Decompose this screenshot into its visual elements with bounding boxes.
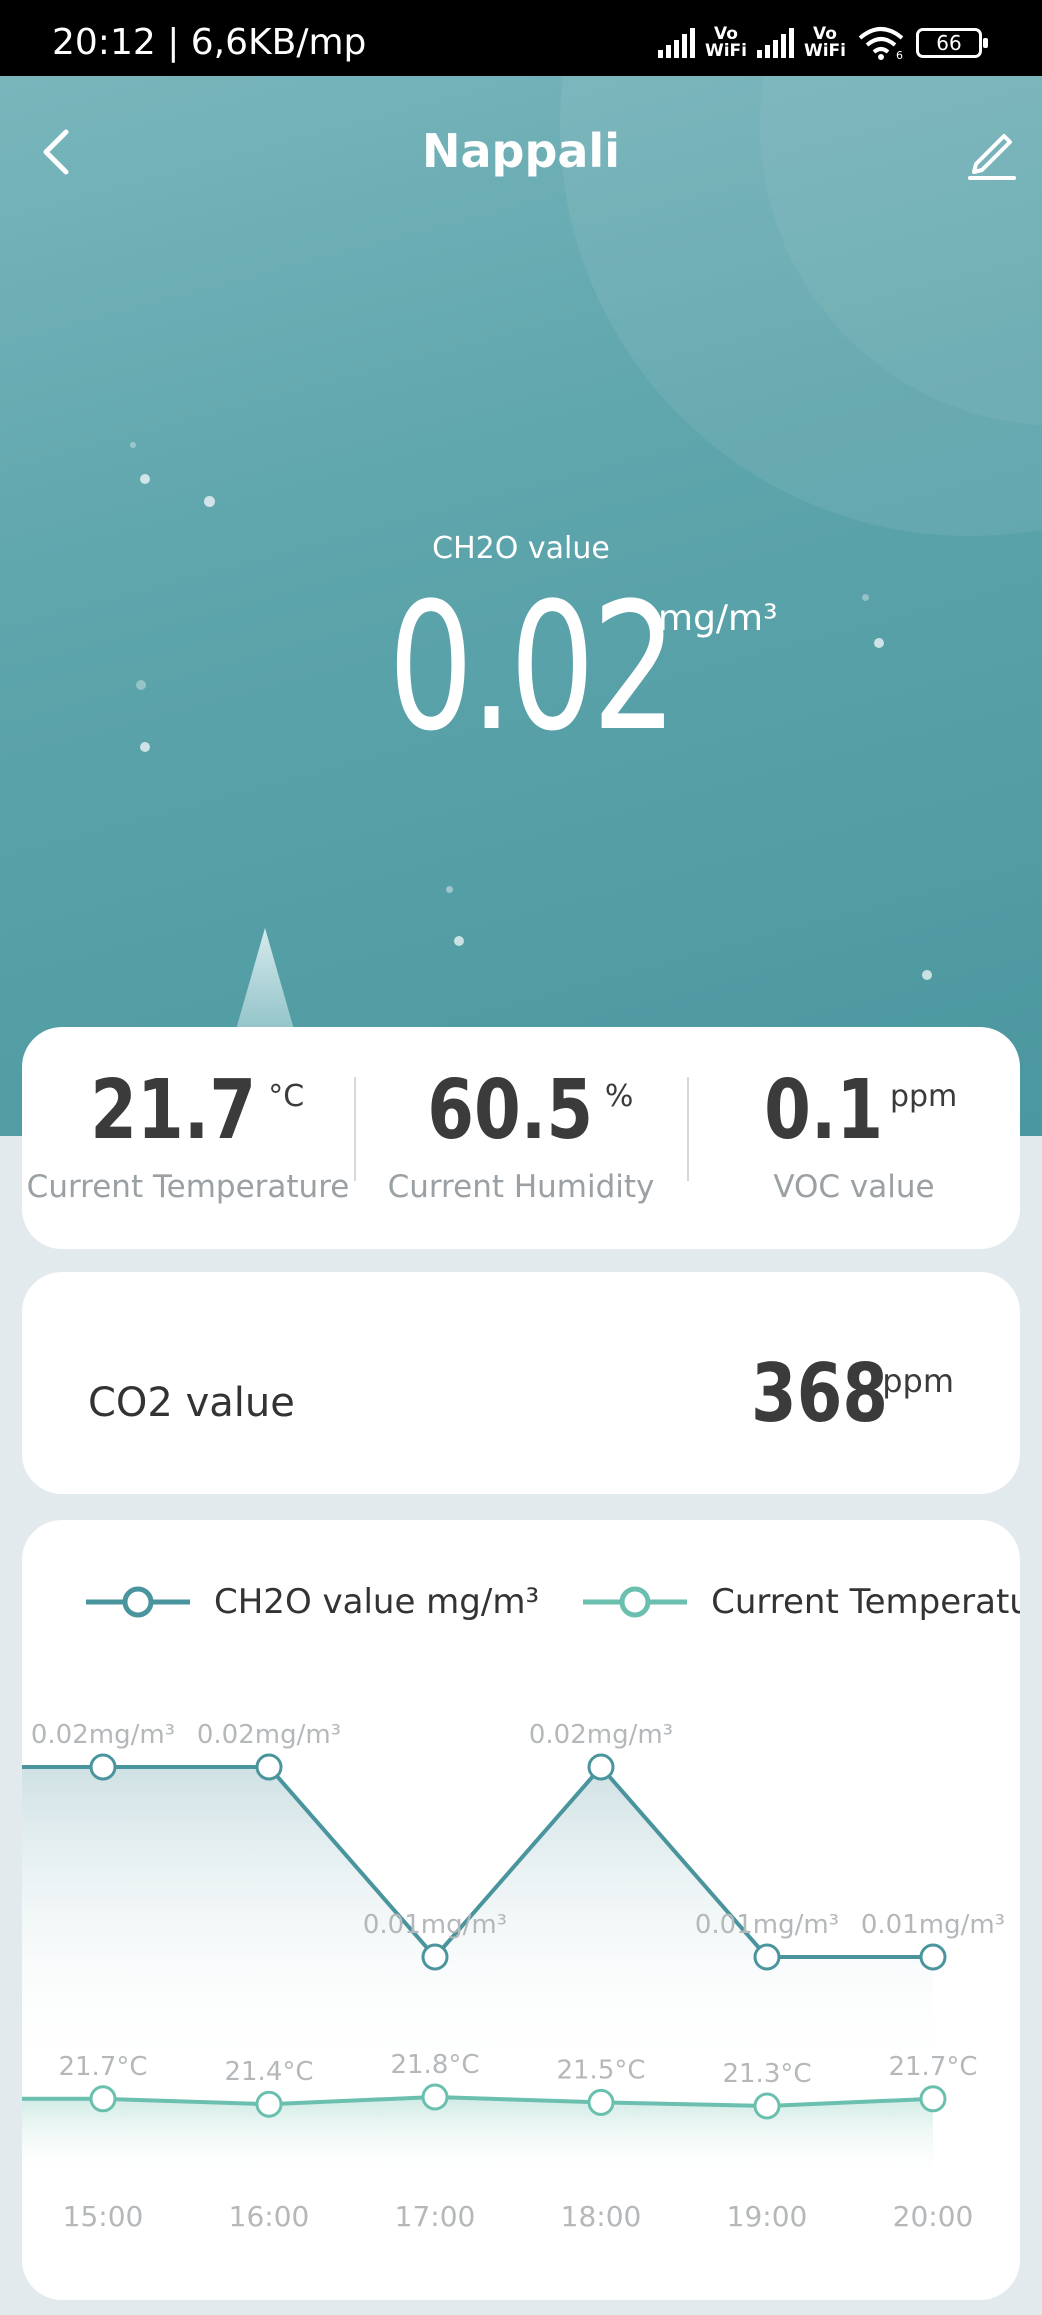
data-point[interactable]: [753, 2092, 781, 2120]
signal-icon: [657, 28, 695, 58]
data-label: 0.02mg/m³: [197, 1720, 341, 1750]
decor-dot: [130, 442, 136, 448]
decor-dot: [446, 886, 453, 893]
data-label: 0.01mg/m³: [695, 1910, 839, 1940]
wifi-icon: 6: [858, 27, 904, 60]
decor-dot: [922, 970, 932, 980]
x-tick-label: 20:00: [893, 2200, 974, 2233]
x-tick-label: 18:00: [561, 2200, 642, 2233]
data-point[interactable]: [89, 1753, 117, 1781]
data-label: 21.7°C: [58, 2052, 147, 2082]
vowifi-icon: Vo WiFi: [803, 24, 846, 61]
co2-label: CO2 value: [88, 1380, 295, 1426]
page-title: Nappali: [422, 124, 620, 178]
chart-card[interactable]: CH2O value mg/m³ Current Temperature 0.0…: [22, 1520, 1020, 2300]
main-value-block: 0.02 mg/m³: [0, 578, 1042, 758]
data-label: 0.02mg/m³: [529, 1720, 673, 1750]
data-label: 21.3°C: [722, 2059, 811, 2089]
co2-value: 368: [751, 1347, 888, 1440]
data-label: 21.8°C: [390, 2050, 479, 2080]
hero-panel: Nappali CH2O value 0.02 mg/m³: [0, 76, 1042, 1136]
series-area: [22, 2097, 933, 2180]
x-tick-label: 16:00: [229, 2200, 310, 2233]
data-label: 0.02mg/m³: [31, 1720, 175, 1750]
battery-indicator: 66: [916, 28, 988, 58]
metric-humidity: 60.5 % Current Humidity: [355, 1027, 687, 1249]
decor-dot: [140, 474, 150, 484]
x-tick-label: 19:00: [727, 2200, 808, 2233]
metric-temperature: 21.7 °C Current Temperature: [22, 1027, 354, 1249]
data-label: 21.4°C: [224, 2057, 313, 2087]
metric-value: 21.7: [90, 1063, 256, 1158]
x-tick-label: 15:00: [63, 2200, 144, 2233]
data-point[interactable]: [587, 2088, 615, 2116]
signal-icon: [756, 28, 794, 58]
metric-unit: °C: [268, 1079, 305, 1114]
metric-value: 0.1: [763, 1063, 883, 1158]
metric-voc: 0.1 ppm VOC value: [688, 1027, 1020, 1249]
main-value: 0.02: [388, 565, 677, 770]
metrics-card: 21.7 °C Current Temperature 60.5 % Curre…: [22, 1027, 1020, 1249]
x-tick-label: 17:00: [395, 2200, 476, 2233]
data-point[interactable]: [919, 1943, 947, 1971]
svg-text:6: 6: [896, 49, 903, 60]
main-value-label: CH2O value: [432, 531, 610, 566]
metric-label: Current Humidity: [387, 1169, 655, 1205]
data-point[interactable]: [89, 2085, 117, 2113]
data-point[interactable]: [255, 2090, 283, 2118]
metric-label: VOC value: [773, 1169, 935, 1205]
data-label: 21.7°C: [888, 2052, 977, 2082]
data-label: 0.01mg/m³: [861, 1910, 1005, 1940]
main-unit: mg/m³: [658, 598, 778, 639]
status-bar: 20:12 | 6,6KB/mp Vo WiFi Vo WiFi 6 66: [0, 0, 1042, 76]
edit-button[interactable]: [960, 122, 1020, 182]
data-point[interactable]: [255, 1753, 283, 1781]
data-point[interactable]: [753, 1943, 781, 1971]
metric-unit: ppm: [889, 1079, 958, 1114]
vowifi-icon: Vo WiFi: [704, 24, 747, 61]
line-chart: 0.02mg/m³ 0.02mg/m³ 0.01mg/m³ 0.02mg/m³ 0.01…: [22, 1720, 1005, 2233]
data-label: 0.01mg/m³: [363, 1910, 507, 1940]
decor-dot: [454, 936, 464, 946]
status-icons: Vo WiFi Vo WiFi 6 66: [657, 24, 988, 61]
co2-unit: ppm: [882, 1362, 954, 1400]
decor-dot: [204, 496, 215, 507]
data-label: 21.5°C: [556, 2055, 645, 2085]
data-point[interactable]: [587, 1753, 615, 1781]
status-time: 20:12 | 6,6KB/mp: [52, 22, 367, 63]
metric-value: 60.5: [426, 1063, 593, 1158]
data-point[interactable]: [421, 2083, 449, 2111]
metric-unit: %: [604, 1079, 634, 1114]
data-point[interactable]: [919, 2085, 947, 2113]
co2-card[interactable]: CO2 value 368 ppm: [22, 1272, 1020, 1494]
data-point[interactable]: [421, 1943, 449, 1971]
metric-label: Current Temperature: [26, 1169, 350, 1205]
